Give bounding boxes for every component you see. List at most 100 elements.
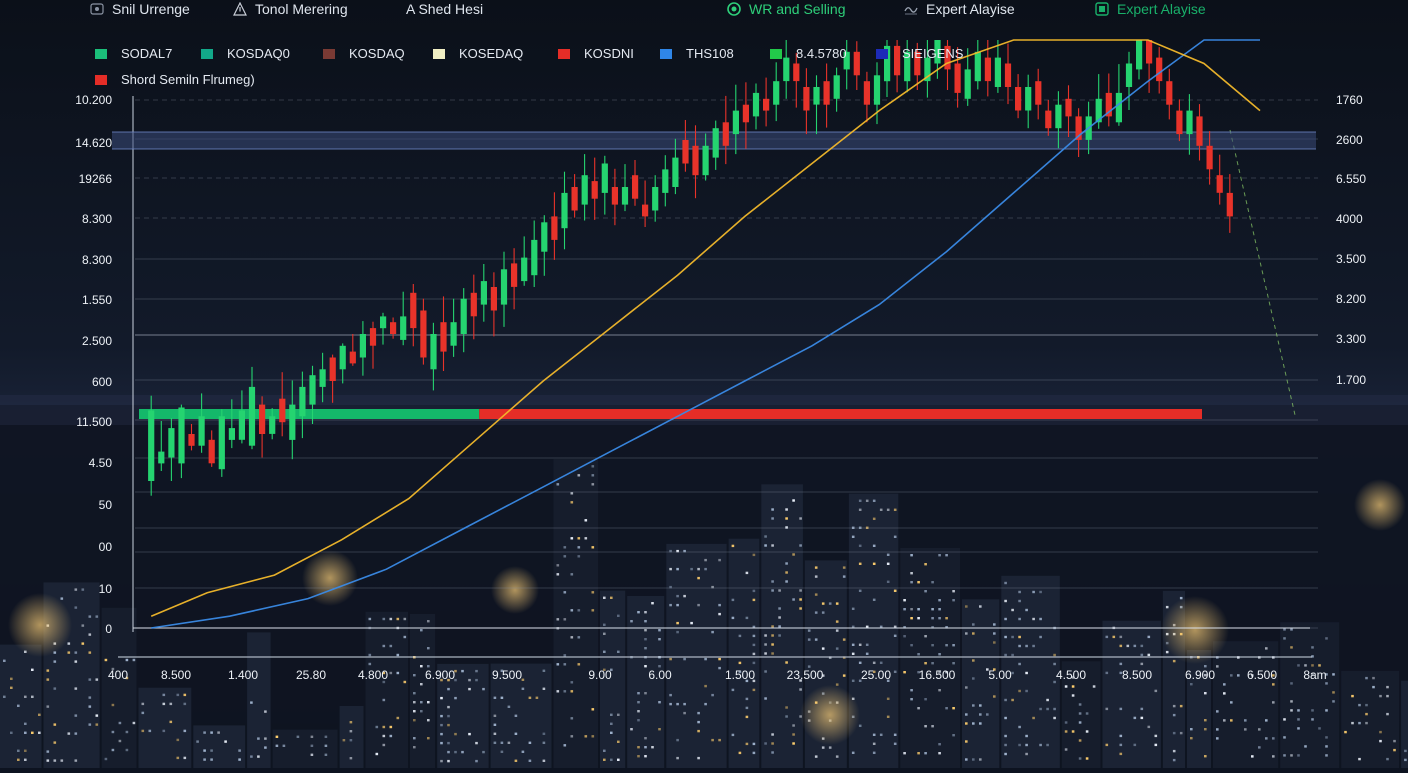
window-light	[542, 687, 546, 690]
window-light	[1258, 728, 1261, 731]
window-light	[745, 697, 749, 701]
window-light	[842, 674, 846, 677]
window-light	[945, 644, 948, 647]
window-light	[396, 671, 400, 675]
building	[272, 729, 338, 768]
toolbar-item-3[interactable]: WR and Selling	[727, 1, 846, 17]
window-light	[610, 713, 613, 716]
window-light	[17, 704, 20, 707]
window-light	[1004, 599, 1007, 603]
window-light	[910, 608, 913, 611]
toolbar-item-1[interactable]: Tonol Merering	[233, 1, 348, 17]
window-light	[718, 666, 721, 670]
window-light	[148, 729, 152, 733]
window-light	[771, 589, 774, 592]
window-light	[1004, 617, 1007, 621]
window-light	[1140, 662, 1144, 666]
x-tick-label: 1.500	[725, 668, 755, 682]
toolbar-item-0[interactable]: Snil Urrenge	[90, 1, 190, 17]
window-light	[31, 695, 34, 698]
window-light	[577, 474, 581, 477]
toolbar-label-1: Tonol Merering	[255, 1, 348, 17]
legend-item-5[interactable]: THS108	[660, 46, 734, 61]
candle-down	[1015, 87, 1022, 111]
window-light	[778, 607, 781, 610]
window-light	[413, 719, 416, 722]
legend-item-8[interactable]: Shord Semiln Flrumeg)	[95, 72, 255, 87]
window-light	[785, 571, 788, 574]
window-light	[514, 759, 518, 762]
legend-item-1[interactable]: KOSDAQ0	[201, 46, 290, 61]
x-tick-label: 5.00	[988, 668, 1012, 682]
x-tick-label: 4.500	[1056, 668, 1086, 682]
window-light	[461, 750, 464, 754]
window-light	[886, 697, 890, 700]
window-light	[799, 688, 802, 691]
window-light	[1365, 712, 1368, 716]
window-light	[792, 553, 795, 556]
legend-swatch-0	[95, 48, 107, 59]
y-tick-left-label: 4.50	[89, 456, 113, 470]
candle-down	[1206, 145, 1213, 170]
toolbar-item-2[interactable]: A Shed Hesi	[406, 1, 483, 17]
x-tick-label: 6.900	[425, 668, 455, 682]
window-light	[814, 566, 818, 569]
candle-up	[248, 386, 256, 446]
window-light	[1379, 694, 1382, 698]
window-light	[1004, 734, 1007, 738]
window-light	[1011, 608, 1014, 612]
toolbar-item-5[interactable]: Expert Alayise	[1095, 1, 1206, 17]
window-light	[752, 643, 756, 647]
window-light	[1078, 739, 1082, 742]
y-tick-right-label: 6.550	[1336, 172, 1366, 186]
window-light	[1140, 653, 1144, 657]
window-light	[1085, 757, 1089, 760]
window-light	[690, 621, 693, 625]
window-light	[176, 738, 180, 742]
window-light	[1179, 704, 1183, 708]
legend-item-4[interactable]: KOSDNI	[558, 46, 634, 61]
legend-item-7[interactable]: SIEIGENS	[876, 46, 963, 61]
candle-down	[1146, 40, 1153, 64]
window-light	[275, 744, 279, 747]
toolbar-item-4[interactable]: Expert Alayise	[904, 1, 1015, 17]
window-light	[46, 669, 50, 672]
window-light	[690, 567, 693, 571]
window-light	[938, 608, 941, 611]
window-light	[217, 731, 220, 734]
window-light	[1025, 689, 1028, 693]
window-light	[637, 710, 640, 713]
window-light	[1064, 685, 1068, 688]
legend-item-3[interactable]: KOSEDAQ	[433, 46, 523, 61]
legend-item-0[interactable]: SODAL7	[95, 46, 172, 61]
window-light	[965, 758, 968, 761]
window-light	[718, 738, 721, 742]
window-light	[752, 661, 756, 665]
window-light	[778, 625, 781, 628]
window-light	[1325, 709, 1328, 712]
legend-item-2[interactable]: KOSDAQ	[323, 46, 405, 61]
window-light	[349, 739, 353, 742]
candle-up	[1115, 92, 1122, 123]
window-light	[610, 758, 613, 761]
window-light	[556, 618, 560, 621]
window-light	[454, 732, 457, 736]
window-light	[577, 636, 581, 639]
window-light	[53, 660, 57, 663]
window-light	[851, 679, 855, 682]
window-light	[1172, 731, 1176, 735]
candle-down	[763, 98, 770, 111]
window-light	[1119, 644, 1123, 648]
window-light	[46, 705, 50, 708]
candle-up	[198, 416, 205, 446]
window-light	[31, 731, 34, 734]
window-light	[1119, 635, 1123, 639]
window-light	[74, 588, 78, 591]
window-light	[1078, 703, 1082, 706]
window-light	[468, 687, 471, 691]
candle-up	[269, 416, 276, 434]
window-light	[924, 662, 927, 665]
window-light	[3, 659, 6, 662]
window-light	[1372, 676, 1375, 680]
legend-item-6[interactable]: 8.4.5780	[770, 46, 847, 61]
